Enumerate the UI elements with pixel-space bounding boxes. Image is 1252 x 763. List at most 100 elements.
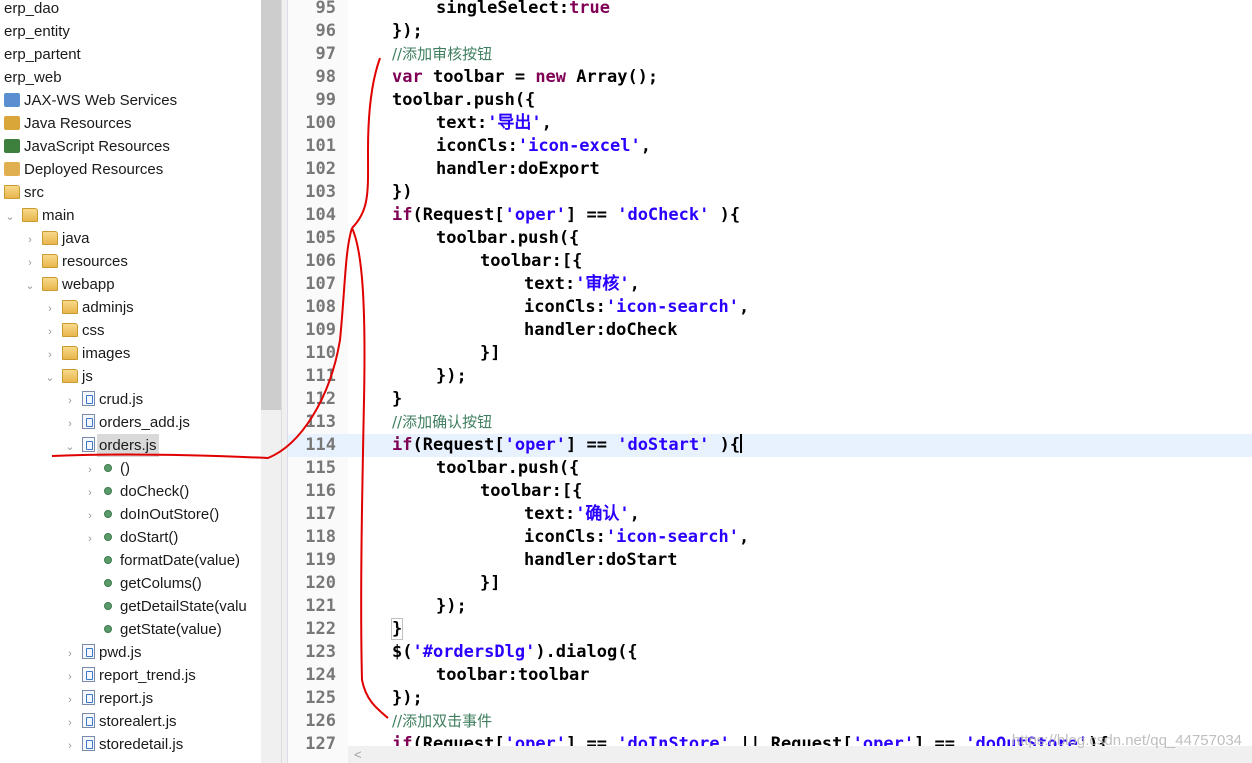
code-line[interactable]: 105 toolbar.push({ [288, 227, 1252, 250]
tree-item[interactable]: › () [84, 457, 130, 480]
line-number: 127 [305, 734, 336, 754]
collapse-chevron-right-icon[interactable]: › [64, 666, 76, 689]
tree-item[interactable]: getDetailState(valu [84, 595, 247, 618]
tree-item[interactable]: src [4, 181, 44, 204]
code-token: }] [480, 573, 501, 593]
tree-item[interactable]: Deployed Resources [4, 158, 163, 181]
tree-item[interactable]: › crud.js [64, 388, 143, 411]
tree-item-label: doStart() [120, 529, 179, 546]
tree-item[interactable]: erp_dao [4, 0, 59, 20]
code-line[interactable]: 112} [288, 388, 1252, 411]
code-line[interactable]: 118 iconCls:'icon-search', [288, 526, 1252, 549]
collapse-chevron-right-icon[interactable]: › [44, 321, 56, 344]
collapse-chevron-right-icon[interactable]: › [44, 298, 56, 321]
code-text: }) [392, 181, 412, 204]
code-line[interactable]: 114 if(Request['oper'] == 'doStart' ){ [288, 434, 1252, 457]
collapse-chevron-right-icon[interactable]: › [84, 505, 96, 528]
code-line[interactable]: 95 singleSelect:true [288, 0, 1252, 20]
tree-item[interactable]: › orders_add.js [64, 411, 190, 434]
tree-item[interactable]: erp_entity [4, 20, 70, 43]
tree-item[interactable]: › storedetail.js [64, 733, 183, 756]
code-editor[interactable]: 95 singleSelect:true 96}); 97//添加审核按钮 98 var … [288, 0, 1252, 763]
collapse-chevron-right-icon[interactable]: › [84, 528, 96, 551]
tree-item[interactable]: › report.js [64, 687, 153, 710]
tree-item[interactable]: getColums() [84, 572, 202, 595]
code-line[interactable]: 126 //添加双击事件 [288, 710, 1252, 733]
code-line[interactable]: 121}); [288, 595, 1252, 618]
code-line[interactable]: 116 toolbar:[{ [288, 480, 1252, 503]
code-line[interactable]: 99 toolbar.push({ [288, 89, 1252, 112]
tree-item[interactable]: › report_trend.js [64, 664, 196, 687]
code-line[interactable]: 102 handler:doExport [288, 158, 1252, 181]
tree-item[interactable]: erp_web [4, 66, 62, 89]
tree-item[interactable]: ⌄ js [44, 365, 92, 390]
code-token: , [541, 113, 552, 133]
code-line[interactable]: 107 text:'审核', [288, 273, 1252, 296]
tree-item[interactable]: › storealert.js [64, 710, 177, 733]
code-line[interactable]: 98 var toolbar = new Array(); [288, 66, 1252, 89]
scroll-left-arrow-icon[interactable]: < [354, 746, 362, 763]
code-line[interactable]: 106 toolbar:[{ [288, 250, 1252, 273]
tree-item[interactable]: › images [44, 342, 130, 365]
tree-item[interactable]: ⌄ main [4, 204, 74, 229]
expand-chevron-down-icon[interactable]: ⌄ [64, 436, 76, 459]
watermark: https://blog.csdn.net/qq_44757034 [1011, 732, 1242, 749]
code-token: (Request[ [412, 435, 505, 455]
explorer-scrollbar-thumb[interactable] [261, 0, 281, 410]
collapse-chevron-right-icon[interactable]: › [64, 712, 76, 735]
code-line[interactable]: 103}) [288, 181, 1252, 204]
code-line[interactable]: 110}] [288, 342, 1252, 365]
tree-item[interactable]: › resources [24, 250, 128, 273]
collapse-chevron-right-icon[interactable]: › [24, 229, 36, 252]
code-line[interactable]: 119 handler:doStart [288, 549, 1252, 572]
code-token: Array(); [566, 67, 659, 87]
collapse-chevron-right-icon[interactable]: › [64, 413, 76, 436]
collapse-chevron-right-icon[interactable]: › [44, 344, 56, 367]
tree-item[interactable]: › pwd.js [64, 641, 142, 664]
collapse-chevron-right-icon[interactable]: › [84, 482, 96, 505]
tree-item[interactable]: › doStart() [84, 526, 178, 549]
code-token: ] == [566, 435, 618, 455]
tree-item[interactable]: erp_partent [4, 43, 81, 66]
code-line[interactable]: 117 text:'确认', [288, 503, 1252, 526]
tree-item[interactable]: formatDate(value) [84, 549, 240, 572]
tree-item[interactable]: JavaScript Resources [4, 135, 170, 158]
code-line[interactable]: 101 iconCls:'icon-excel', [288, 135, 1252, 158]
expand-chevron-down-icon[interactable]: ⌄ [4, 206, 16, 229]
collapse-chevron-right-icon[interactable]: › [84, 459, 96, 482]
tree-item[interactable]: › doCheck() [84, 480, 189, 503]
expand-chevron-down-icon[interactable]: ⌄ [24, 275, 36, 298]
code-line[interactable]: 124 toolbar:toolbar [288, 664, 1252, 687]
tree-item[interactable]: › java [24, 227, 89, 252]
tree-item[interactable]: ⌄ webapp [24, 273, 114, 298]
code-line[interactable]: 115 toolbar.push({ [288, 457, 1252, 480]
collapse-chevron-right-icon[interactable]: › [24, 252, 36, 275]
tree-item[interactable]: › css [44, 319, 105, 344]
tree-item-label: css [82, 322, 105, 339]
code-line[interactable]: 104 if(Request['oper'] == 'doCheck' ){ [288, 204, 1252, 227]
code-line[interactable]: 100 text:'导出', [288, 112, 1252, 135]
explorer-vertical-scrollbar[interactable] [261, 0, 281, 763]
code-line[interactable]: 108 iconCls:'icon-search', [288, 296, 1252, 319]
code-line[interactable]: 113 //添加确认按钮 [288, 411, 1252, 434]
collapse-chevron-right-icon[interactable]: › [64, 735, 76, 758]
code-line[interactable]: 109 handler:doCheck [288, 319, 1252, 342]
code-line[interactable]: 97 //添加审核按钮 [288, 43, 1252, 66]
tree-item[interactable]: Java Resources [4, 112, 132, 135]
tree-item[interactable]: getState(value) [84, 618, 222, 641]
tree-item[interactable]: ⌄ orders.js [64, 434, 159, 457]
code-line[interactable]: 96}); [288, 20, 1252, 43]
pane-divider[interactable] [281, 0, 288, 763]
collapse-chevron-right-icon[interactable]: › [64, 689, 76, 712]
collapse-chevron-right-icon[interactable]: › [64, 643, 76, 666]
tree-item[interactable]: › adminjs [44, 296, 134, 319]
code-line[interactable]: 111}); [288, 365, 1252, 388]
code-line[interactable]: 125}); [288, 687, 1252, 710]
code-line[interactable]: 122} [288, 618, 1252, 641]
code-line[interactable]: 123 $('#ordersDlg').dialog({ [288, 641, 1252, 664]
tree-item[interactable]: › doInOutStore() [84, 503, 219, 526]
collapse-chevron-right-icon[interactable]: › [64, 390, 76, 413]
expand-chevron-down-icon[interactable]: ⌄ [44, 367, 56, 390]
code-line[interactable]: 120}] [288, 572, 1252, 595]
tree-item[interactable]: JAX-WS Web Services [4, 89, 177, 112]
